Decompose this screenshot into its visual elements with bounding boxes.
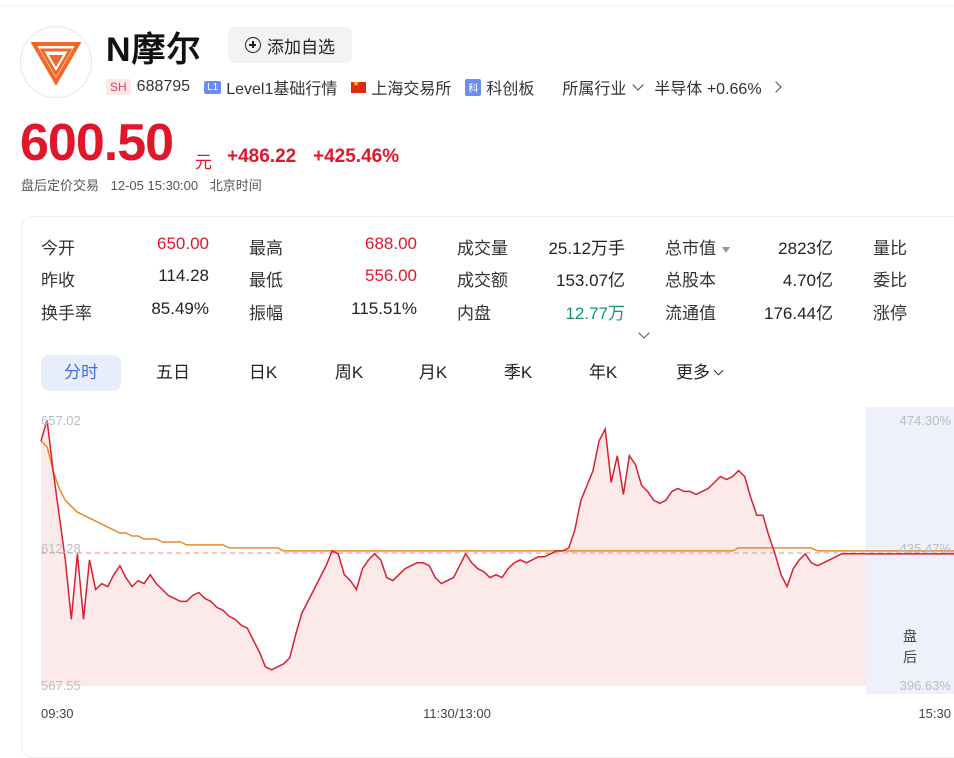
- stock-name: N摩尔: [106, 31, 202, 69]
- tab-intraday[interactable]: 分时: [41, 355, 121, 391]
- exchange-label[interactable]: 上海交易所: [371, 75, 451, 99]
- current-price: 600.50: [20, 114, 174, 172]
- caret-down-icon[interactable]: [722, 246, 730, 253]
- price-change: +486.22: [227, 146, 297, 167]
- exchange-badge: SH: [106, 79, 131, 95]
- stat-label[interactable]: 总市值: [665, 234, 730, 259]
- chevron-right-icon[interactable]: [769, 81, 782, 93]
- y-axis-left-label: 612.28: [41, 541, 81, 556]
- stat-label: 昨收: [41, 271, 75, 290]
- stat-label: 振幅: [249, 304, 283, 323]
- logo-icon: [30, 42, 82, 86]
- level1-icon: L1: [204, 80, 222, 94]
- after-hours-label-1: 盘: [903, 628, 917, 644]
- tab-more[interactable]: 更多: [664, 355, 734, 391]
- stat-value: 85.49%: [151, 299, 209, 318]
- y-axis-right-label: 474.30%: [900, 413, 952, 428]
- stat-value: 25.12万手: [548, 239, 625, 258]
- top-divider: [0, 0, 954, 6]
- price-fill-area: [41, 420, 866, 686]
- stat-value: 650.00: [157, 234, 209, 253]
- stock-meta-row: SH 688795 L1 Level1基础行情 上海交易所 科 科创板 所属行业…: [106, 75, 782, 99]
- industry-value[interactable]: 半导体 +0.66%: [654, 75, 761, 99]
- x-axis-label: 09:30: [41, 706, 74, 721]
- tab-weekly-k[interactable]: 周K: [324, 355, 374, 391]
- session-label: 盘后定价交易: [21, 178, 100, 193]
- stat-label: 今开: [41, 239, 75, 258]
- tab-daily-k[interactable]: 日K: [238, 355, 288, 391]
- stat-value: 114.28: [158, 266, 209, 285]
- price-unit: 元: [195, 153, 212, 172]
- stat-label: 内盘: [457, 304, 491, 323]
- tab-yearly-k[interactable]: 年K: [578, 355, 628, 391]
- board-label[interactable]: 科创板: [486, 75, 534, 99]
- timezone-label: 北京时间: [209, 178, 262, 193]
- stat-label: 换手率: [41, 304, 92, 323]
- intraday-chart[interactable]: 657.02 612.28 567.55 474.30% 435.47% 396…: [0, 400, 954, 739]
- stat-label: 最低: [249, 271, 283, 290]
- level-label[interactable]: Level1基础行情: [226, 75, 337, 99]
- y-axis-right-label: 435.47%: [900, 541, 952, 556]
- industry-dropdown-label[interactable]: 所属行业: [562, 75, 626, 99]
- stat-label: 总股本: [665, 271, 716, 290]
- stat-label: 流通值: [665, 304, 716, 323]
- stat-label: 成交额: [457, 271, 508, 290]
- y-axis-left-label: 567.55: [41, 678, 81, 693]
- tab-monthly-k[interactable]: 月K: [408, 355, 458, 391]
- tab-quarterly-k[interactable]: 季K: [493, 355, 543, 391]
- stat-value: 2823亿: [778, 239, 833, 258]
- x-axis-label: 15:30: [918, 706, 951, 721]
- stat-value: 556.00: [365, 266, 417, 285]
- stat-label: 最高: [249, 239, 283, 258]
- price-change-percent: +425.46%: [313, 146, 400, 167]
- y-axis-right-label: 396.63%: [900, 678, 952, 693]
- stat-value: 176.44亿: [764, 304, 833, 323]
- trade-session-info: 盘后定价交易 12-05 15:30:00 北京时间: [21, 175, 270, 194]
- stat-label: 量比: [873, 239, 907, 258]
- add-to-watchlist-label: 添加自选: [267, 37, 335, 57]
- company-logo: [20, 26, 92, 98]
- tab-five-day[interactable]: 五日: [144, 355, 202, 391]
- stat-label: 成交量: [457, 239, 508, 258]
- session-time: 12-05 15:30:00: [110, 178, 199, 193]
- stock-code: 688795: [136, 78, 191, 95]
- stat-value: 4.70亿: [782, 271, 833, 290]
- stat-label: 涨停: [873, 304, 907, 323]
- after-hours-label-2: 后: [903, 649, 917, 665]
- plus-circle-icon: [245, 37, 261, 53]
- stat-value: 153.07亿: [556, 271, 625, 290]
- chevron-down-icon[interactable]: [632, 79, 645, 91]
- stat-value: 688.00: [365, 234, 417, 253]
- x-axis-label: 11:30/13:00: [423, 706, 491, 721]
- add-to-watchlist-button[interactable]: 添加自选: [228, 27, 352, 63]
- y-axis-left-label: 657.02: [41, 413, 81, 428]
- china-flag-icon: [351, 79, 367, 93]
- star-market-icon: 科: [465, 78, 482, 96]
- stat-value: 115.51%: [351, 299, 417, 318]
- stat-value: 12.77万: [565, 304, 625, 323]
- chevron-down-icon: [713, 365, 724, 376]
- stat-label: 委比: [873, 271, 907, 290]
